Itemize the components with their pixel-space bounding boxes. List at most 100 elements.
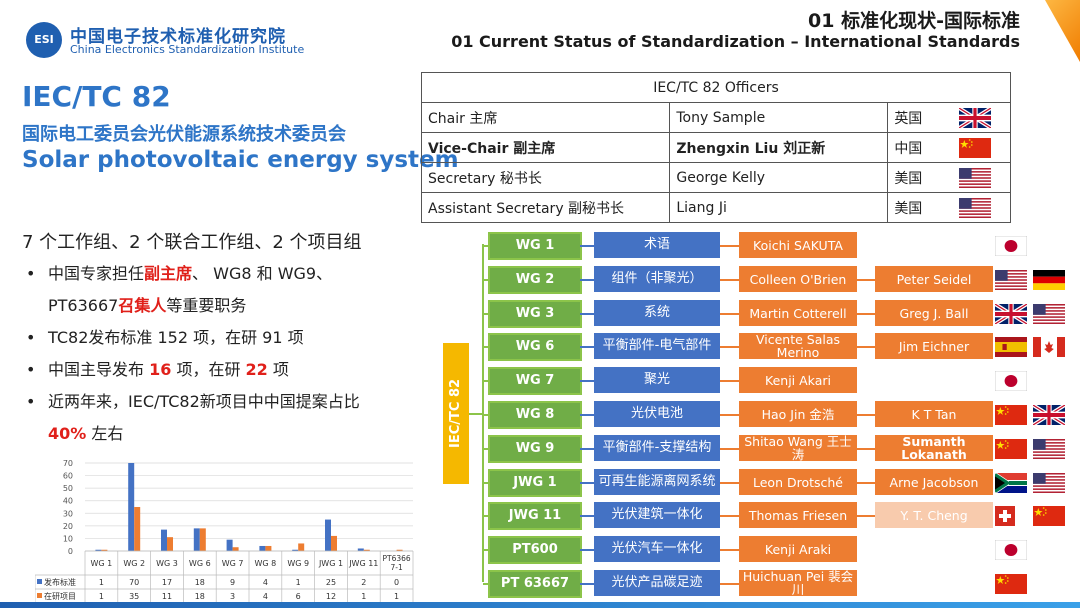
data-table-value: 18 (195, 592, 205, 601)
bar (167, 537, 173, 551)
y-tick-label: 0 (68, 547, 73, 556)
person-person-line (857, 515, 875, 517)
officer-country: 美国 (887, 192, 954, 223)
wg-box: WG 7 (488, 367, 582, 395)
data-table-value: 0 (394, 578, 399, 587)
data-table-value: 1 (99, 578, 104, 587)
tc82-root-box: IEC/TC 82 (443, 343, 469, 484)
bullet-highlight: 副主席 (144, 264, 193, 283)
officer-flag-cell (953, 102, 1012, 133)
co-convenor-box: Greg J. Ball (875, 300, 993, 326)
convenor-box: Hao Jin 金浩 (739, 401, 857, 427)
cn-flag-icon (1033, 506, 1065, 526)
wg-topic-line (580, 313, 594, 315)
bullet-item: 近两年来，IEC/TC82新项目中中国提案占比 (22, 386, 422, 418)
x-tick-label: WG 1 (91, 559, 113, 568)
wg-topic-line (580, 279, 594, 281)
legend-label: 发布标准 (44, 577, 76, 587)
wg-topic-line (580, 245, 594, 247)
convenor-box: Kenji Akari (739, 367, 857, 393)
y-tick-label: 30 (63, 509, 73, 518)
wg-box: WG 6 (488, 333, 582, 361)
ca-flag-icon (1033, 337, 1065, 357)
bar (128, 463, 135, 551)
officer-flag-cell (953, 162, 1012, 193)
convenor-name: Koichi SAKUTA (753, 237, 843, 253)
bullet-text: 近两年来，IEC/TC82新项目中中国提案占比 (48, 392, 360, 411)
topic-box: 术语 (594, 232, 720, 258)
y-tick-label: 60 (63, 472, 73, 481)
table-row: Chair 主席 Tony Sample 英国 (420, 102, 1012, 133)
co-convenor-name: Y. T. Cheng (900, 507, 968, 523)
y-tick-label: 10 (63, 534, 73, 543)
us-flag-icon (995, 270, 1027, 290)
convenor-box: Kenji Araki (739, 536, 857, 562)
uk-flag-icon (958, 105, 992, 130)
y-tick-label: 20 (63, 522, 73, 531)
za-flag-icon (994, 472, 1027, 494)
esi-logo: ESI (26, 22, 62, 58)
x-tick-label: JWG 11 (348, 559, 378, 568)
co-convenor-box: Arne Jacobson (875, 469, 993, 495)
data-table-value: 35 (129, 592, 139, 601)
legend-swatch (37, 579, 42, 584)
convenor-name: Huichuan Pei 裴会川 (742, 569, 854, 597)
bullet-text: 左右 (86, 424, 124, 443)
bar (193, 528, 200, 551)
bar (298, 543, 305, 551)
jp-flag-icon (994, 539, 1028, 561)
root-connector (469, 413, 483, 415)
data-table-value: 2 (361, 578, 366, 587)
x-tick-label: 7-1 (390, 563, 402, 572)
x-tick-label: WG 6 (189, 559, 211, 568)
slide-title-en: 01 Current Status of Standardization – I… (451, 32, 1020, 51)
bullet-list: 中国专家担任副主席、 WG8 和 WG9、 PT63667召集人等重要职务 TC… (22, 258, 422, 450)
data-table-value: 9 (230, 578, 235, 587)
bullet-text: PT63667 (48, 296, 119, 315)
wg-box: WG 2 (488, 266, 582, 294)
convenor-box: Koichi SAKUTA (739, 232, 857, 258)
org-name-en: China Electronics Standardization Instit… (70, 43, 305, 56)
wg-topic-line (580, 448, 594, 450)
wg-box: JWG 11 (488, 502, 582, 530)
bar (199, 528, 206, 551)
data-table-value: 1 (361, 592, 366, 601)
convenor-box: Thomas Friesen (739, 502, 857, 528)
bar (134, 507, 141, 551)
topic-box: 组件（非聚光） (594, 266, 720, 292)
officer-flag-cell (953, 192, 1012, 223)
us-flag-icon (1033, 473, 1065, 493)
bullet-text: 等重要职务 (166, 296, 247, 315)
bar (259, 545, 266, 551)
bottom-accent-bar (0, 602, 1080, 608)
co-convenor-name: Peter Seidel (896, 271, 972, 287)
data-table-value: 25 (326, 578, 336, 587)
bullet-item: 中国专家担任副主席、 WG8 和 WG9、 (22, 258, 422, 290)
officer-name: Liang Ji (669, 192, 889, 223)
convenor-box: Martin Cotterell (739, 300, 857, 326)
tree-trunk-line (482, 244, 484, 582)
topic-person-line (720, 313, 739, 315)
co-convenor-name: Jim Eichner (898, 338, 970, 354)
bar (265, 545, 272, 551)
convenor-name: Vicente Salas Merino (755, 332, 841, 360)
officers-header-row: IEC/TC 82 Officers (421, 72, 1011, 103)
wg-topic-line (580, 482, 594, 484)
convenor-box: Huichuan Pei 裴会川 (739, 570, 857, 596)
co-convenor-box: Y. T. Cheng (875, 502, 993, 528)
uk-flag-icon (1032, 403, 1066, 427)
topic-box: 光伏电池 (594, 401, 720, 427)
officer-name: George Kelly (669, 162, 889, 193)
data-table-value: 1 (394, 592, 399, 601)
bullet-text: 、 WG8 和 WG9、 (192, 264, 333, 283)
topic-person-line (720, 346, 739, 348)
bullet-highlight: 召集人 (118, 296, 167, 315)
x-tick-label: WG 3 (156, 559, 178, 568)
co-convenor-name: Sumanth Lokanath (901, 434, 967, 462)
person-person-line (857, 346, 875, 348)
cn-flag-icon (995, 439, 1027, 459)
wg-box: JWG 1 (488, 469, 582, 497)
convenor-box: Leon Drotsché (739, 469, 857, 495)
x-tick-label: WG 2 (123, 559, 145, 568)
topic-box: 平衡部件-支撑结构 (594, 435, 720, 461)
